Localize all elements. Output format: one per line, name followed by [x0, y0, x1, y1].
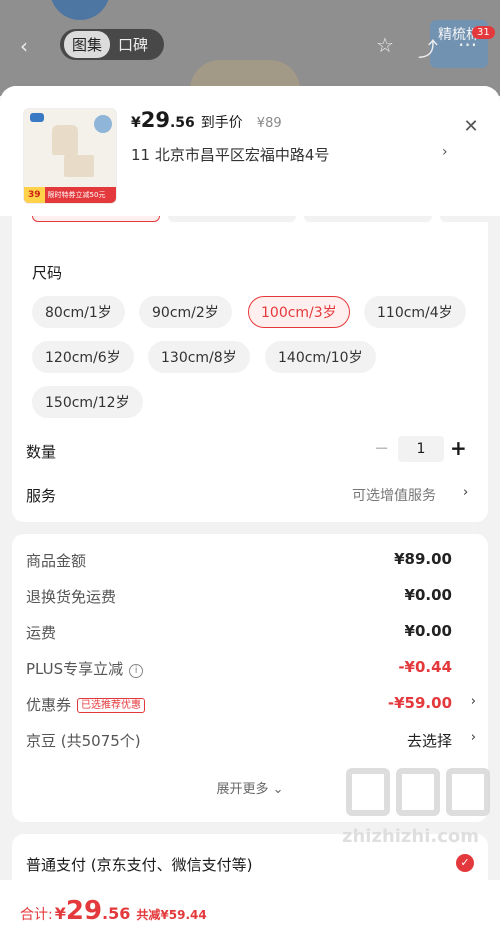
product-thumbnail[interactable]: 39 限时特券立减50元 — [23, 108, 117, 204]
tab-reviews[interactable]: 口碑 — [110, 31, 156, 58]
total-savings: 共减¥59.44 — [136, 908, 207, 922]
quantity-minus-button[interactable]: − — [374, 438, 389, 459]
quantity-label: 数量 — [26, 443, 57, 461]
top-tab-bar: 图集 口碑 — [60, 29, 165, 60]
jd-beans-row[interactable]: 京豆 (共5075个) 去选择 › — [26, 730, 476, 754]
size-option[interactable]: 80cm/1岁 — [32, 296, 125, 328]
quantity-plus-button[interactable]: + — [450, 436, 467, 460]
service-value[interactable]: 可选增值服务 — [352, 485, 436, 505]
tab-gallery[interactable]: 图集 — [64, 31, 111, 58]
close-icon[interactable]: ✕ — [461, 116, 481, 137]
chevron-right-icon[interactable]: › — [463, 485, 468, 500]
size-option[interactable]: 130cm/8岁 — [148, 341, 250, 373]
payment-method-label: 普通支付 (京东支付、微信支付等) — [26, 856, 253, 874]
chevron-down-icon: ⌄ — [272, 782, 284, 797]
watermark-glyph — [446, 768, 490, 816]
chevron-right-icon[interactable]: › — [471, 730, 476, 745]
thumb-badge — [94, 115, 112, 133]
size-option[interactable]: 140cm/10岁 — [265, 341, 376, 373]
coupon-tag: 已选推荐优惠 — [77, 698, 146, 713]
star-icon[interactable]: ☆ — [376, 33, 394, 57]
sheet-header: 39 限时特券立减50元 ¥ 29 .56 到手价 ¥89 11 北京市昌平区宏… — [0, 86, 500, 216]
background-product-page: 精梳棉 ‹ 图集 口碑 ☆ ⤴ ··· 31 — [0, 0, 500, 96]
size-option[interactable]: 90cm/2岁 — [139, 296, 232, 328]
thumb-shorts — [64, 155, 94, 177]
share-icon[interactable]: ⤴ — [418, 33, 438, 62]
spec-card: 黄色 粉色 蓝色 粉 尺码 80cm/1岁 90cm/2岁 100cm/3岁 1… — [12, 204, 488, 522]
price-integer: 29 — [140, 108, 170, 132]
watermark-glyph — [396, 768, 440, 816]
size-section-title: 尺码 — [32, 264, 63, 282]
watermark-glyph — [346, 768, 390, 816]
size-option-selected[interactable]: 100cm/3岁 — [248, 296, 350, 328]
size-option[interactable]: 110cm/4岁 — [364, 296, 466, 328]
chevron-right-icon[interactable]: › — [442, 144, 448, 160]
goods-amount-row: 商品金额 ¥89.00 — [26, 550, 452, 570]
site-watermark: zhizhizhi.com — [340, 764, 500, 858]
bottom-bar: 合计: ¥ 29 .56 共减¥59.44 — [0, 880, 500, 944]
notification-badge: 31 — [472, 26, 495, 39]
coupon-row[interactable]: 优惠券 已选推荐优惠 -¥59.00 › — [26, 694, 476, 718]
price-line: ¥ 29 .56 到手价 ¥89 — [131, 108, 282, 132]
brand-logo — [50, 0, 110, 20]
thumb-promo-strip: 39 限时特券立减50元 — [24, 187, 116, 203]
plus-discount-row: PLUS专享立减 i -¥0.44 — [26, 658, 452, 678]
return-shipping-row: 退换货免运费 ¥0.00 — [26, 586, 452, 606]
thumb-logo — [30, 113, 44, 122]
back-icon[interactable]: ‹ — [20, 34, 28, 58]
size-option[interactable]: 150cm/12岁 — [32, 386, 143, 418]
info-icon[interactable]: i — [129, 664, 144, 678]
price-decimal: .56 — [169, 115, 195, 131]
original-price: ¥89 — [256, 116, 282, 131]
shipping-row: 运费 ¥0.00 — [26, 622, 452, 642]
chevron-right-icon[interactable]: › — [471, 694, 476, 709]
size-option[interactable]: 120cm/6岁 — [32, 341, 134, 373]
delivery-address[interactable]: 11 北京市昌平区宏福中路4号 — [131, 144, 329, 165]
service-label: 服务 — [26, 487, 57, 505]
total-price: 合计: ¥ 29 .56 共减¥59.44 — [20, 896, 207, 926]
thumb-shirt — [52, 125, 78, 155]
quantity-input[interactable]: 1 — [398, 436, 444, 462]
price-tag: 到手价 — [200, 115, 243, 131]
